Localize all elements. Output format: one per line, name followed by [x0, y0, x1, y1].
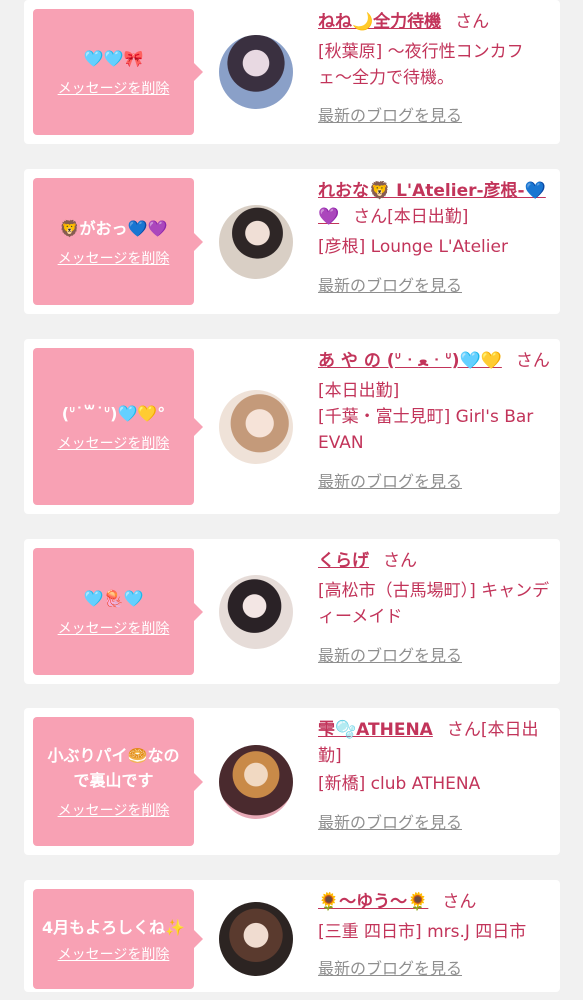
latest-blog-link[interactable]: 最新のブログを見る — [318, 809, 554, 833]
delete-message-link[interactable]: メッセージを削除 — [58, 944, 170, 964]
message-bubble: (ᐡ˙꒳˙ᐡ)🩵💛° メッセージを削除 — [33, 348, 203, 505]
avatar[interactable] — [219, 745, 293, 819]
latest-blog-link[interactable]: 最新のブログを見る — [318, 642, 554, 666]
shop-info: [新橋] club ATHENA — [318, 774, 481, 794]
honorific: さん — [446, 720, 481, 740]
honorific: さん — [515, 351, 550, 371]
delete-message-link[interactable]: メッセージを削除 — [58, 618, 170, 638]
list-item: 🦁がおっ💙💜 メッセージを削除 れおな🦁 L'Atelier-彦根-💙💜 さん[本… — [24, 169, 560, 314]
status-today: [本日出勤] — [387, 207, 469, 227]
latest-blog-link[interactable]: 最新のブログを見る — [318, 955, 554, 979]
message-bubble: 🦁がおっ💙💜 メッセージを削除 — [33, 178, 203, 305]
list-item: (ᐡ˙꒳˙ᐡ)🩵💛° メッセージを削除 あ や の (ᐡ ᐧ ﻌ ᐧ ᐡ)🩵💛 さ… — [24, 339, 560, 514]
cast-name-link[interactable]: 雫🫧ATHENA — [318, 720, 433, 740]
list-item: 4月もよろしくね✨ メッセージを削除 🌻〜ゆう〜🌻 さん [三重 四日市] mrs… — [24, 880, 560, 992]
avatar[interactable] — [219, 35, 293, 109]
bubble-message: 🩵🩵🎀 — [83, 49, 144, 68]
bubble-message: 小ぶりパイ🥯なので裏山です — [47, 746, 180, 790]
bubble-message: 4月もよろしくね✨ — [41, 917, 186, 937]
latest-blog-link[interactable]: 最新のブログを見る — [318, 272, 554, 296]
latest-blog-link[interactable]: 最新のブログを見る — [318, 468, 554, 492]
delete-message-link[interactable]: メッセージを削除 — [58, 78, 170, 98]
delete-message-link[interactable]: メッセージを削除 — [58, 800, 170, 820]
message-bubble: 4月もよろしくね✨ メッセージを削除 — [33, 889, 203, 989]
cast-name-link[interactable]: 🌻〜ゆう〜🌻 — [318, 892, 428, 912]
bubble-message: 🦁がおっ💙💜 — [59, 218, 168, 238]
shop-info: [千葉・富士見町] Girl's Bar EVAN — [318, 407, 534, 453]
honorific: さん — [455, 12, 490, 32]
list-item: 小ぶりパイ🥯なので裏山です メッセージを削除 雫🫧ATHENA さん[本日出勤] … — [24, 708, 560, 855]
honorific: さん — [383, 551, 417, 571]
cast-name-link[interactable]: あ や の (ᐡ ᐧ ﻌ ᐧ ᐡ)🩵💛 — [318, 351, 502, 371]
delete-message-link[interactable]: メッセージを削除 — [58, 433, 170, 453]
message-bubble: 🩵🩵🎀 メッセージを削除 — [33, 9, 203, 135]
message-bubble: 🩵🪼🩵 メッセージを削除 — [33, 548, 203, 675]
status-today: [本日出勤] — [318, 381, 400, 401]
avatar[interactable] — [219, 575, 293, 649]
list-item: 🩵🪼🩵 メッセージを削除 くらげ さん [高松市（古馬場町）] キャンディーメイド… — [24, 539, 560, 684]
shop-info: [彦根] Lounge L'Atelier — [318, 237, 508, 257]
cast-name-link[interactable]: くらげ — [318, 551, 369, 571]
bubble-message: (ᐡ˙꒳˙ᐡ)🩵💛° — [61, 403, 166, 423]
avatar[interactable] — [219, 902, 293, 976]
honorific: さん — [442, 892, 477, 912]
message-bubble: 小ぶりパイ🥯なので裏山です メッセージを削除 — [33, 717, 203, 846]
shop-info: [三重 四日市] mrs.J 四日市 — [318, 922, 527, 942]
avatar[interactable] — [219, 390, 293, 464]
bubble-message: 🩵🪼🩵 — [83, 588, 144, 608]
shop-info: [高松市（古馬場町）] キャンディーメイド — [318, 581, 550, 627]
avatar[interactable] — [219, 205, 293, 279]
latest-blog-link[interactable]: 最新のブログを見る — [318, 102, 554, 126]
list-item: 🩵🩵🎀 メッセージを削除 ねね🌙全力待機 さん [秋葉原] 〜夜行性コンカフェ〜全… — [24, 0, 560, 144]
shop-info: [秋葉原] 〜夜行性コンカフェ〜全力で待機。 — [318, 42, 524, 88]
delete-message-link[interactable]: メッセージを削除 — [58, 248, 170, 268]
cast-name-link[interactable]: ねね🌙全力待機 — [318, 12, 441, 32]
honorific: さん — [353, 207, 388, 227]
message-list: 🩵🩵🎀 メッセージを削除 ねね🌙全力待機 さん [秋葉原] 〜夜行性コンカフェ〜全… — [0, 0, 583, 1000]
